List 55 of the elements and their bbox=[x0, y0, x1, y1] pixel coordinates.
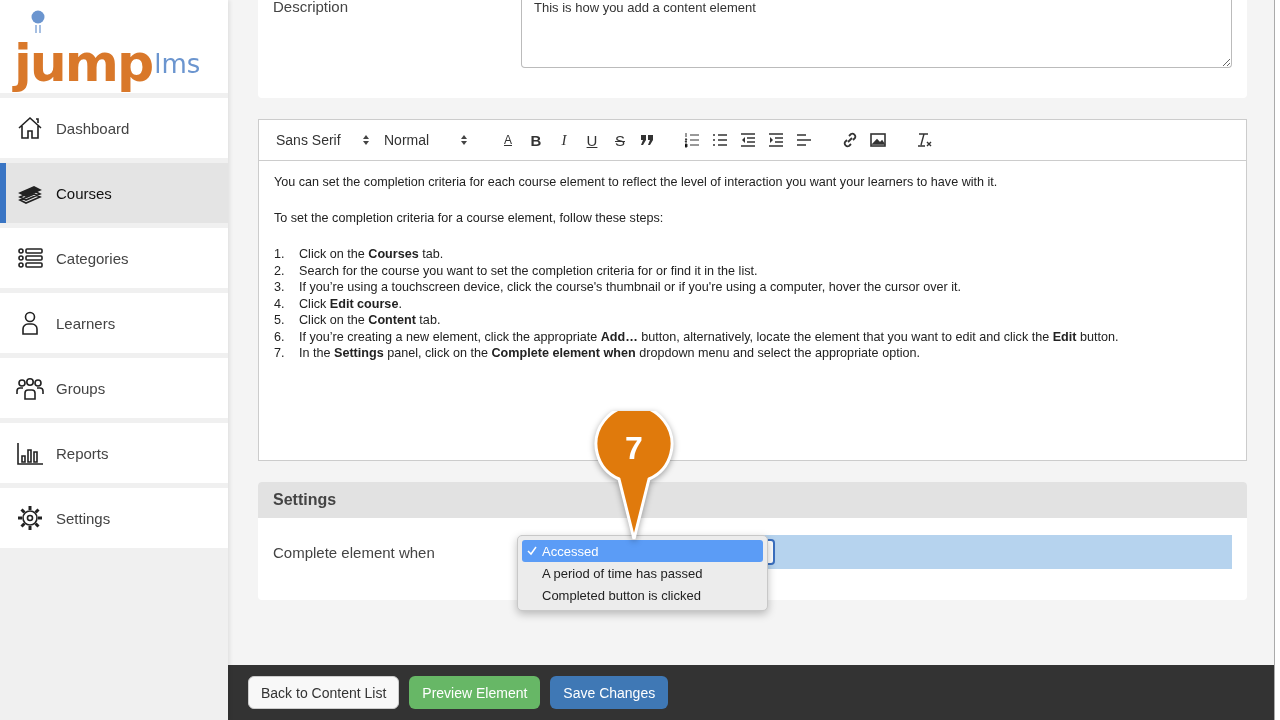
text-color-button[interactable]: A bbox=[500, 133, 516, 147]
paragraph: You can set the completion criteria for each course element to reflect the level of interaction you want your learners to have with it. bbox=[274, 175, 999, 189]
outdent-icon[interactable] bbox=[740, 132, 756, 148]
panel-title: Settings bbox=[273, 491, 337, 509]
dropdown-option[interactable]: A period of time has passed bbox=[522, 562, 763, 584]
align-icon[interactable] bbox=[796, 132, 812, 148]
sidebar-item[interactable]: Groups bbox=[0, 358, 228, 418]
step-text: Click Edit course. bbox=[299, 296, 402, 311]
bullet-list-icon[interactable] bbox=[712, 132, 728, 148]
step-number: 7. bbox=[274, 346, 286, 360]
size-dropdown[interactable]: Normal bbox=[384, 132, 468, 148]
house-icon bbox=[16, 114, 44, 142]
link-icon[interactable] bbox=[842, 132, 858, 148]
sidebar-item[interactable]: Courses bbox=[0, 163, 228, 223]
step-text: Click on the Courses tab. bbox=[299, 247, 444, 261]
underline-button[interactable]: U bbox=[584, 131, 600, 149]
step-number: 2. bbox=[274, 263, 286, 278]
field-label: Description bbox=[273, 0, 350, 17]
step-number: 1. bbox=[274, 247, 286, 261]
step-text: Search for the course you want to set the completion criteria for or find it in the list. bbox=[299, 263, 758, 278]
paragraph: To set the completion criteria for a course element, follow these steps: bbox=[274, 211, 665, 225]
bold-button[interactable]: B bbox=[528, 131, 544, 149]
step-text: If you’re creating a new element, click the appropriate Add… button, alternatively, locate the element that you want to edit and click the Edit button. bbox=[299, 329, 1119, 344]
check-icon bbox=[527, 546, 537, 556]
logo-dot-icon bbox=[29, 10, 47, 36]
description-field[interactable]: This is how you add a content element bbox=[521, 0, 1232, 68]
step-number: 5. bbox=[274, 313, 286, 327]
font-dropdown[interactable]: Sans Serif bbox=[276, 132, 370, 148]
italic-button[interactable]: I bbox=[556, 131, 572, 149]
step-text: If you’re using a touchscreen device, click the course's thumbnail or if you're using a computer, hover the cursor over it. bbox=[299, 280, 962, 294]
clear-format-icon[interactable] bbox=[916, 132, 932, 148]
strikethrough-button[interactable]: S bbox=[612, 131, 628, 149]
quote-icon[interactable] bbox=[640, 134, 654, 146]
callout-number: 7 bbox=[624, 430, 644, 467]
sidebar-item[interactable]: Dashboard bbox=[0, 98, 228, 158]
sidebar-item[interactable]: Categories bbox=[0, 228, 228, 288]
numbered-list-icon[interactable] bbox=[684, 132, 700, 148]
sidebar-item[interactable]: Reports bbox=[0, 423, 228, 483]
logo-suffix: lms bbox=[154, 49, 201, 79]
image-icon[interactable] bbox=[870, 133, 886, 147]
field-label: Complete element when bbox=[273, 543, 436, 561]
indent-icon[interactable] bbox=[768, 132, 784, 148]
updown-caret-icon bbox=[362, 134, 370, 146]
save-button[interactable]: Save Changes bbox=[550, 676, 669, 709]
step-text: Click on the Content tab. bbox=[299, 313, 441, 327]
step-number: 6. bbox=[274, 329, 286, 344]
updown-caret-icon bbox=[460, 134, 468, 146]
sidebar-item[interactable]: Learners bbox=[0, 293, 228, 353]
step-number: 4. bbox=[274, 296, 286, 311]
gear-icon bbox=[16, 504, 44, 532]
dropdown-option[interactable]: Completed button is clicked bbox=[522, 584, 763, 606]
step-text: In the Settings panel, click on the Complete element when dropdown menu and select the appropriate option. bbox=[299, 346, 920, 360]
sidebar-item[interactable]: Settings bbox=[0, 488, 228, 548]
step-number: 3. bbox=[274, 280, 286, 294]
back-button[interactable]: Back to Content List bbox=[248, 676, 400, 709]
